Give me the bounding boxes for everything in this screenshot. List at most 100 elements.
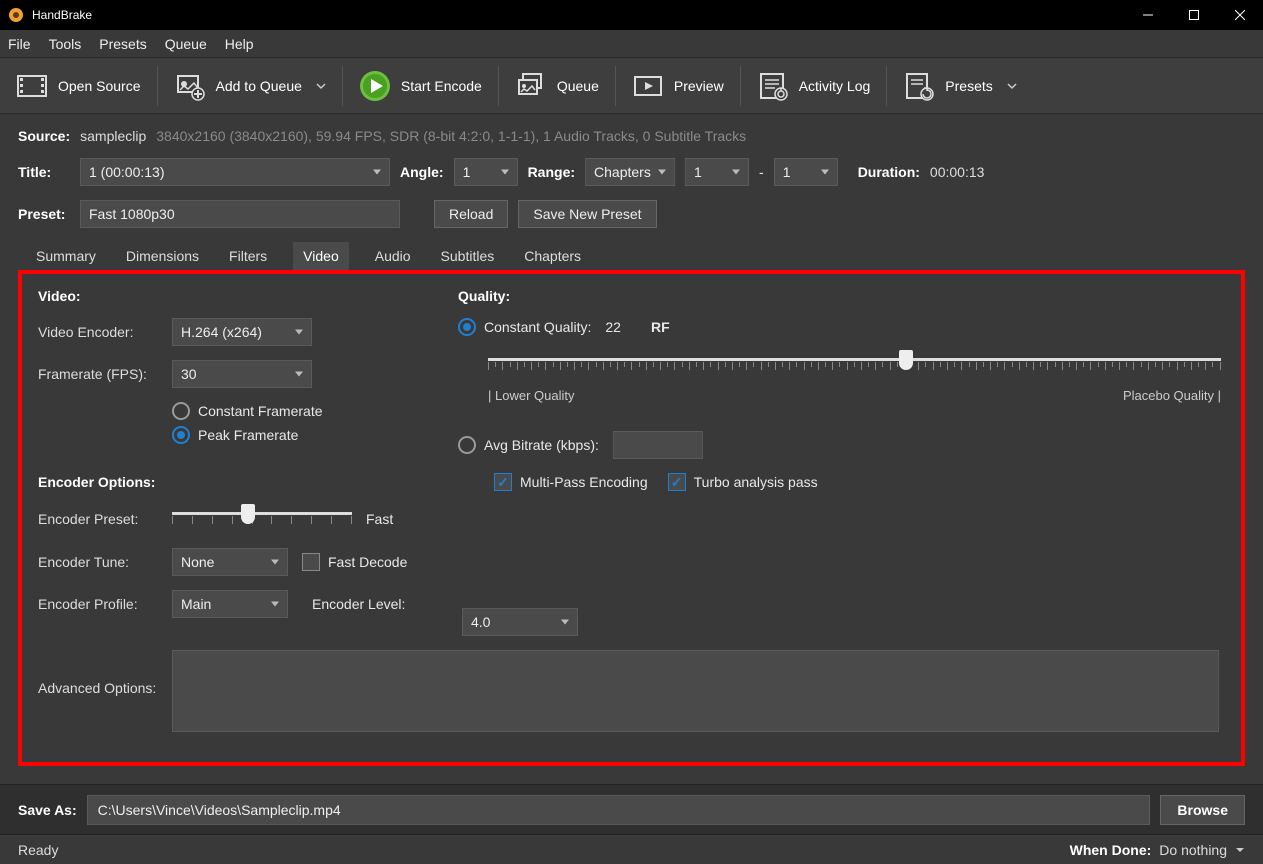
cq-value: 22 bbox=[605, 319, 621, 335]
menu-queue[interactable]: Queue bbox=[165, 36, 207, 52]
menu-tools[interactable]: Tools bbox=[49, 36, 82, 52]
menu-file[interactable]: File bbox=[8, 36, 31, 52]
presets-button[interactable]: Presets bbox=[893, 64, 1026, 108]
browse-button[interactable]: Browse bbox=[1160, 795, 1245, 825]
encoder-tune-select[interactable]: None bbox=[172, 548, 288, 576]
radio-icon bbox=[172, 402, 190, 420]
app-icon bbox=[8, 7, 24, 23]
multipass-checkbox[interactable]: Multi-Pass Encoding bbox=[494, 473, 648, 491]
when-done-label: When Done: bbox=[1070, 842, 1152, 858]
range-type-select[interactable]: Chapters bbox=[585, 158, 675, 186]
checkbox-icon bbox=[494, 473, 512, 491]
encoder-profile-select[interactable]: Main bbox=[172, 590, 288, 618]
film-icon bbox=[16, 70, 48, 102]
start-encode-button[interactable]: Start Encode bbox=[349, 64, 492, 108]
toolbar-separator bbox=[615, 66, 616, 106]
toolbar-separator bbox=[157, 66, 158, 106]
avg-bitrate-radio[interactable]: Avg Bitrate (kbps): bbox=[458, 436, 599, 454]
encoder-level-label: Encoder Level: bbox=[312, 596, 405, 612]
maximize-button[interactable] bbox=[1171, 0, 1217, 30]
queue-label: Queue bbox=[557, 78, 599, 94]
framerate-label: Framerate (FPS): bbox=[38, 366, 158, 382]
video-encoder-select[interactable]: H.264 (x264) bbox=[172, 318, 312, 346]
tab-summary[interactable]: Summary bbox=[32, 242, 100, 270]
encoder-level-select[interactable]: 4.0 bbox=[462, 608, 578, 636]
range-label: Range: bbox=[528, 164, 575, 180]
encoder-tune-label: Encoder Tune: bbox=[38, 554, 158, 570]
encoder-profile-label: Encoder Profile: bbox=[38, 596, 158, 612]
avg-bitrate-input[interactable] bbox=[613, 431, 703, 459]
add-queue-icon bbox=[174, 70, 206, 102]
toolbar-separator bbox=[740, 66, 741, 106]
encoder-preset-slider[interactable] bbox=[172, 504, 352, 534]
advanced-options-label: Advanced Options: bbox=[38, 650, 158, 696]
presets-label: Presets bbox=[945, 78, 992, 94]
preview-button[interactable]: Preview bbox=[622, 64, 734, 108]
tabs: Summary Dimensions Filters Video Audio S… bbox=[18, 242, 1245, 270]
dropdown-arrow-icon bbox=[1007, 81, 1017, 91]
open-source-button[interactable]: Open Source bbox=[6, 64, 151, 108]
play-icon bbox=[359, 70, 391, 102]
cq-unit: RF bbox=[651, 319, 670, 335]
checkbox-icon bbox=[302, 553, 320, 571]
video-encoder-label: Video Encoder: bbox=[38, 324, 158, 340]
menu-help[interactable]: Help bbox=[225, 36, 254, 52]
tab-subtitles[interactable]: Subtitles bbox=[437, 242, 499, 270]
presets-icon bbox=[903, 70, 935, 102]
turbo-checkbox[interactable]: Turbo analysis pass bbox=[668, 473, 818, 491]
add-to-queue-button[interactable]: Add to Queue bbox=[164, 64, 336, 108]
source-label: Source: bbox=[18, 128, 70, 144]
title-select[interactable]: 1 (00:00:13) bbox=[80, 158, 390, 186]
start-encode-label: Start Encode bbox=[401, 78, 482, 94]
menu-presets[interactable]: Presets bbox=[99, 36, 146, 52]
window-title: HandBrake bbox=[32, 8, 1125, 22]
toolbar-separator bbox=[342, 66, 343, 106]
quality-slider[interactable] bbox=[488, 350, 1221, 384]
range-end-select[interactable]: 1 bbox=[774, 158, 838, 186]
duration-label: Duration: bbox=[858, 164, 920, 180]
preview-icon bbox=[632, 70, 664, 102]
angle-select[interactable]: 1 bbox=[454, 158, 518, 186]
range-separator: - bbox=[759, 164, 764, 180]
source-row: Source: sampleclip 3840x2160 (3840x2160)… bbox=[18, 128, 1245, 144]
add-to-queue-label: Add to Queue bbox=[216, 78, 302, 94]
activity-log-button[interactable]: Activity Log bbox=[747, 64, 881, 108]
save-bar: Save As: C:\Users\Vince\Videos\Samplecli… bbox=[0, 784, 1263, 834]
encoder-options-heading: Encoder Options: bbox=[38, 474, 418, 490]
save-new-preset-button[interactable]: Save New Preset bbox=[518, 200, 656, 228]
framerate-select[interactable]: 30 bbox=[172, 360, 312, 388]
queue-icon bbox=[515, 70, 547, 102]
preview-label: Preview bbox=[674, 78, 724, 94]
close-button[interactable] bbox=[1217, 0, 1263, 30]
queue-button[interactable]: Queue bbox=[505, 64, 609, 108]
tab-filters[interactable]: Filters bbox=[225, 242, 271, 270]
fast-decode-checkbox[interactable]: Fast Decode bbox=[302, 553, 407, 571]
save-path-input[interactable]: C:\Users\Vince\Videos\Sampleclip.mp4 bbox=[87, 795, 1151, 825]
source-name: sampleclip bbox=[80, 128, 146, 144]
tab-audio[interactable]: Audio bbox=[371, 242, 415, 270]
angle-label: Angle: bbox=[400, 164, 444, 180]
dropdown-arrow-icon bbox=[1235, 845, 1245, 855]
encoder-preset-value: Fast bbox=[366, 511, 393, 527]
statusbar: Ready When Done: Do nothing bbox=[0, 834, 1263, 864]
toolbar-separator bbox=[886, 66, 887, 106]
placebo-quality-label: Placebo Quality | bbox=[1123, 388, 1221, 403]
advanced-options-input[interactable] bbox=[172, 650, 1219, 732]
minimize-button[interactable] bbox=[1125, 0, 1171, 30]
reload-button[interactable]: Reload bbox=[434, 200, 508, 228]
constant-framerate-radio[interactable]: Constant Framerate bbox=[172, 402, 323, 420]
preset-select[interactable]: Fast 1080p30 bbox=[80, 200, 400, 228]
tab-chapters[interactable]: Chapters bbox=[520, 242, 585, 270]
video-panel: Video: Video Encoder: H.264 (x264) Frame… bbox=[18, 270, 1245, 766]
radio-icon bbox=[172, 426, 190, 444]
tab-dimensions[interactable]: Dimensions bbox=[122, 242, 203, 270]
lower-quality-label: | Lower Quality bbox=[488, 388, 574, 403]
radio-icon bbox=[458, 436, 476, 454]
duration-value: 00:00:13 bbox=[930, 164, 985, 180]
range-start-select[interactable]: 1 bbox=[685, 158, 749, 186]
tab-video[interactable]: Video bbox=[293, 242, 349, 270]
source-metadata: 3840x2160 (3840x2160), 59.94 FPS, SDR (8… bbox=[156, 128, 746, 144]
peak-framerate-radio[interactable]: Peak Framerate bbox=[172, 426, 298, 444]
when-done-value[interactable]: Do nothing bbox=[1159, 842, 1227, 858]
constant-quality-radio[interactable]: Constant Quality: bbox=[458, 318, 591, 336]
